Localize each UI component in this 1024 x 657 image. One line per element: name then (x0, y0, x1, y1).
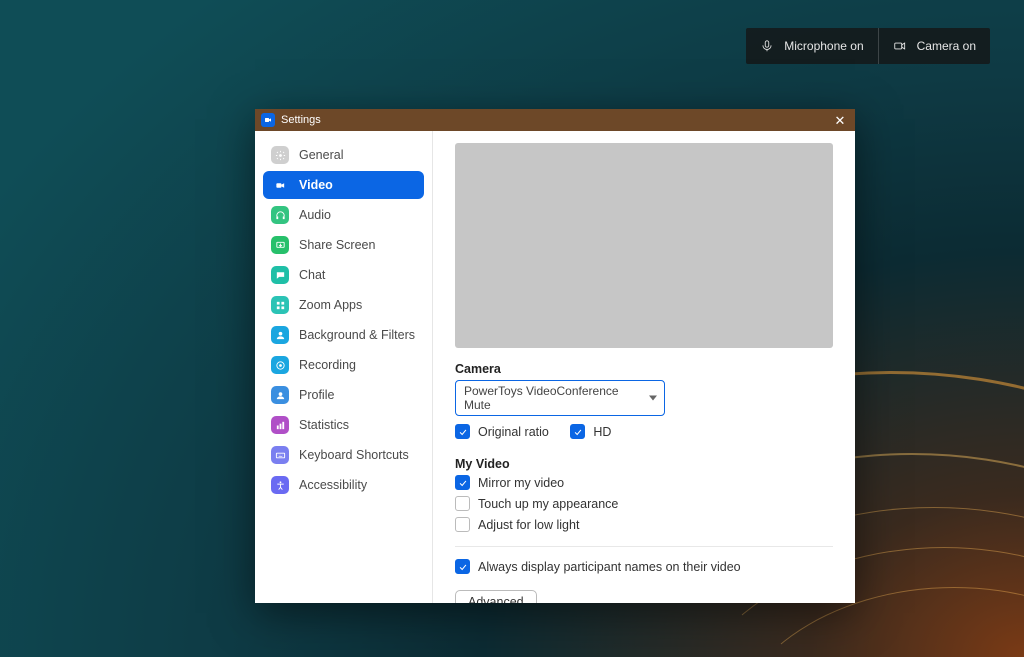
my-video-section-label: My Video (455, 457, 833, 471)
original-ratio-checkbox[interactable] (455, 424, 470, 439)
sidebar-item-label: Zoom Apps (299, 298, 362, 312)
window-title: Settings (281, 114, 831, 126)
gear-icon (271, 146, 289, 164)
mirror-label: Mirror my video (478, 476, 564, 490)
person-icon (271, 326, 289, 344)
camera-status[interactable]: Camera on (879, 28, 990, 64)
settings-content: Camera PowerToys VideoConference Mute Or… (433, 131, 855, 603)
video-icon (271, 176, 289, 194)
sidebar-item-accessibility[interactable]: Accessibility (263, 471, 424, 499)
sidebar-item-label: Profile (299, 388, 334, 402)
microphone-status-label: Microphone on (784, 39, 863, 53)
touchup-checkbox[interactable] (455, 496, 470, 511)
keyboard-icon (271, 446, 289, 464)
sidebar-item-video[interactable]: Video (263, 171, 424, 199)
original-ratio-label: Original ratio (478, 425, 549, 439)
sidebar-item-zoom-apps[interactable]: Zoom Apps (263, 291, 424, 319)
sidebar-item-label: Share Screen (299, 238, 375, 252)
camera-status-label: Camera on (917, 39, 976, 53)
a11y-icon (271, 476, 289, 494)
microphone-icon (760, 39, 774, 53)
sidebar-item-label: Keyboard Shortcuts (299, 448, 409, 462)
video-preview (455, 143, 833, 348)
sidebar-item-statistics[interactable]: Statistics (263, 411, 424, 439)
headphones-icon (271, 206, 289, 224)
sidebar-item-label: Statistics (299, 418, 349, 432)
sidebar-item-chat[interactable]: Chat (263, 261, 424, 289)
close-icon[interactable]: ✕ (831, 114, 849, 127)
always-names-checkbox[interactable] (455, 559, 470, 574)
sidebar-item-label: Chat (299, 268, 325, 282)
camera-select[interactable]: PowerToys VideoConference Mute (455, 380, 665, 416)
sidebar-item-audio[interactable]: Audio (263, 201, 424, 229)
sidebar-item-general[interactable]: General (263, 141, 424, 169)
sidebar-item-label: General (299, 148, 343, 162)
apps-icon (271, 296, 289, 314)
mirror-checkbox[interactable] (455, 475, 470, 490)
sidebar-item-keyboard-shortcuts[interactable]: Keyboard Shortcuts (263, 441, 424, 469)
touchup-label: Touch up my appearance (478, 497, 618, 511)
sidebar-item-label: Audio (299, 208, 331, 222)
camera-section-label: Camera (455, 362, 833, 376)
camera-icon (893, 39, 907, 53)
hd-label: HD (593, 425, 611, 439)
share-icon (271, 236, 289, 254)
always-names-label: Always display participant names on thei… (478, 560, 741, 574)
sidebar-item-background-filters[interactable]: Background & Filters (263, 321, 424, 349)
hd-checkbox[interactable] (570, 424, 585, 439)
sidebar-item-label: Accessibility (299, 478, 367, 492)
camera-select-value: PowerToys VideoConference Mute (464, 384, 619, 412)
lowlight-label: Adjust for low light (478, 518, 579, 532)
content-divider (455, 546, 833, 547)
settings-sidebar: General Video Audio Share Screen Chat Zoom Ap… (255, 131, 433, 603)
record-icon (271, 356, 289, 374)
chat-icon (271, 266, 289, 284)
sidebar-item-label: Video (299, 178, 333, 192)
titlebar[interactable]: Settings ✕ (255, 109, 855, 131)
stats-icon (271, 416, 289, 434)
sidebar-item-label: Recording (299, 358, 356, 372)
profile-icon (271, 386, 289, 404)
sidebar-item-profile[interactable]: Profile (263, 381, 424, 409)
settings-window: Settings ✕ General Video Audio Share Screen… (255, 109, 855, 603)
sidebar-item-recording[interactable]: Recording (263, 351, 424, 379)
lowlight-checkbox[interactable] (455, 517, 470, 532)
sidebar-item-share-screen[interactable]: Share Screen (263, 231, 424, 259)
sidebar-item-label: Background & Filters (299, 328, 415, 342)
av-status-bar: Microphone on Camera on (746, 28, 990, 64)
app-icon (261, 113, 275, 127)
advanced-button[interactable]: Advanced (455, 590, 537, 603)
microphone-status[interactable]: Microphone on (746, 28, 877, 64)
advanced-button-label: Advanced (468, 595, 524, 603)
